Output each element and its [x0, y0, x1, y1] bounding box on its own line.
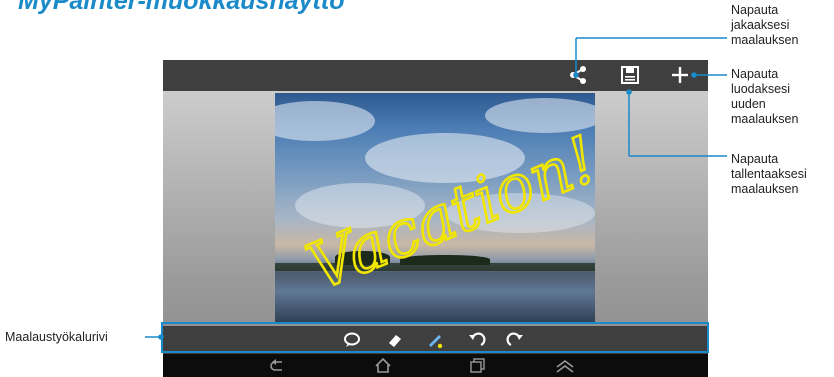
action-bar [163, 60, 708, 91]
scribble-drawing: Vacation! [296, 122, 595, 307]
home-icon[interactable] [372, 357, 394, 374]
recent-apps-icon[interactable] [467, 357, 489, 374]
back-icon[interactable] [267, 357, 289, 374]
toolbar-highlight-frame [161, 322, 709, 353]
callout-toolbar: Maalaustyökalurivi [5, 330, 108, 344]
callout-new: Napauta luodaksesi uuden maalauksen [731, 67, 799, 126]
save-icon[interactable] [618, 64, 642, 86]
menu-icon[interactable] [554, 357, 576, 374]
plus-icon[interactable] [668, 64, 692, 86]
share-icon[interactable] [566, 64, 590, 86]
painting-canvas[interactable]: Vacation! [275, 93, 595, 324]
callout-save: Napauta tallentaaksesi maalauksen [731, 152, 807, 196]
scribble-text: Vacation! [298, 123, 595, 306]
page-heading: MyPainter-muokkausnäyttö [18, 0, 345, 15]
navigation-bar [163, 354, 708, 377]
callout-share: Napauta jakaaksesi maalauksen [731, 3, 799, 47]
